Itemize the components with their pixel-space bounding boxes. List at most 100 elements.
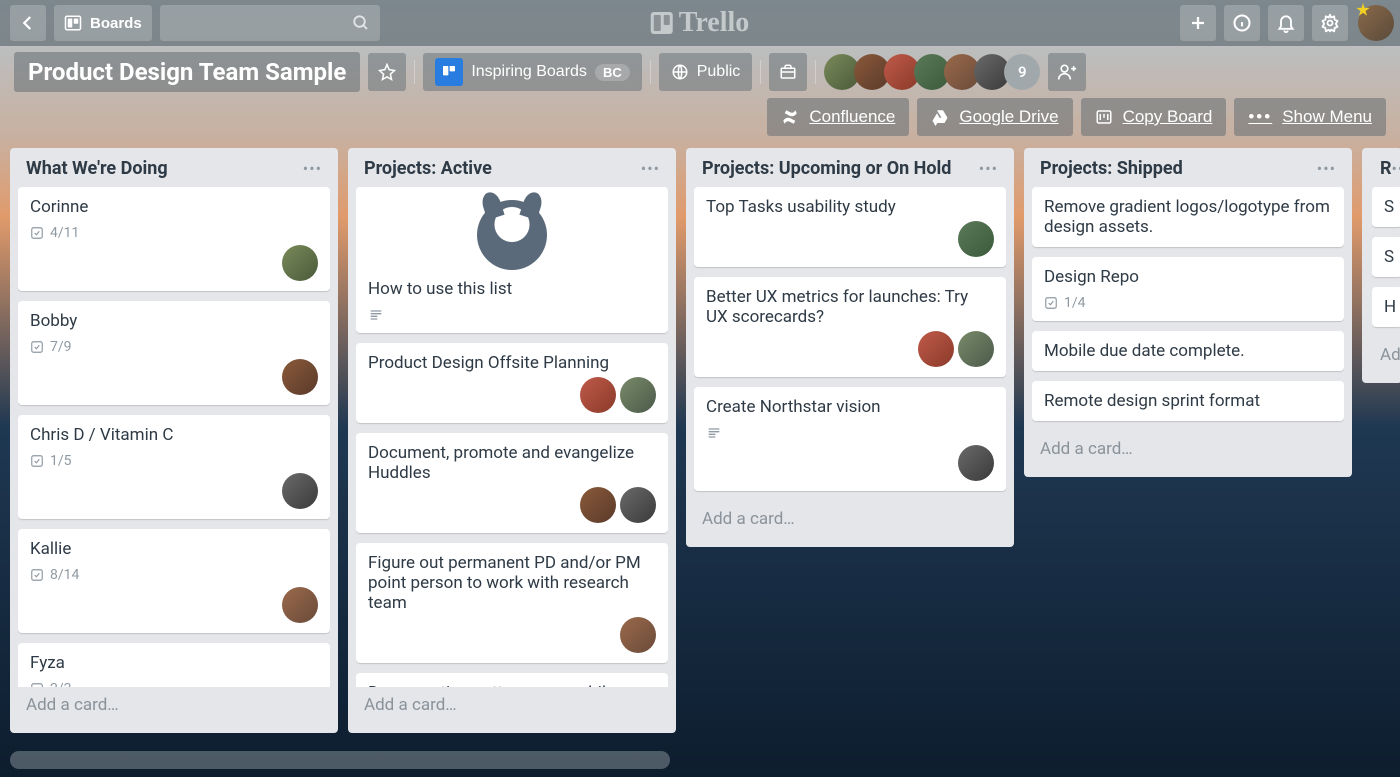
- logo-text: Trello: [679, 7, 750, 39]
- card-member-avatar[interactable]: [282, 359, 318, 395]
- settings-button[interactable]: [1312, 5, 1348, 41]
- profile-avatar[interactable]: [1358, 5, 1394, 41]
- card-members: [30, 245, 318, 281]
- card[interactable]: Figure out permanent PD and/or PM point …: [356, 543, 668, 663]
- member-overflow[interactable]: 9: [1004, 54, 1040, 90]
- show-menu-label: Show Menu: [1282, 107, 1372, 127]
- husky-icon: [477, 200, 547, 270]
- card-member-avatar[interactable]: [580, 487, 616, 523]
- card-members: [30, 473, 318, 509]
- app-logo[interactable]: Trello: [651, 7, 750, 39]
- visibility-label: Public: [697, 63, 741, 81]
- checklist-count: 1/5: [50, 453, 72, 469]
- bell-icon: [1276, 13, 1296, 33]
- card-member-avatar[interactable]: [282, 587, 318, 623]
- card-member-avatar[interactable]: [620, 617, 656, 653]
- add-card-button[interactable]: Ad: [1372, 337, 1400, 373]
- notifications-button[interactable]: [1268, 5, 1304, 41]
- card[interactable]: Create Northstar vision: [694, 387, 1006, 491]
- card[interactable]: Mobile due date complete.: [1032, 331, 1344, 371]
- card-title: Fyza: [30, 653, 318, 673]
- list-title[interactable]: Projects: Active: [364, 158, 492, 179]
- card-member-avatar[interactable]: [620, 487, 656, 523]
- card-title: Kallie: [30, 539, 318, 559]
- list-menu-button[interactable]: •••: [979, 159, 998, 178]
- add-card-button[interactable]: Add a card…: [356, 687, 668, 723]
- back-button[interactable]: [10, 5, 46, 41]
- checklist-icon: [30, 682, 44, 687]
- archive-button[interactable]: [769, 53, 807, 91]
- add-member-button[interactable]: [1048, 53, 1086, 91]
- globe-icon: [671, 63, 689, 81]
- list-title[interactable]: Projects: Shipped: [1040, 158, 1183, 179]
- visibility-button[interactable]: Public: [659, 53, 753, 91]
- card-member-avatar[interactable]: [958, 331, 994, 367]
- card-title: S: [1384, 197, 1390, 217]
- card-member-avatar[interactable]: [918, 331, 954, 367]
- card[interactable]: Document, promote and evangelize Huddles: [356, 433, 668, 533]
- card-title: Figure out permanent PD and/or PM point …: [368, 553, 656, 613]
- gdrive-button[interactable]: Google Drive: [917, 98, 1072, 136]
- add-card-button[interactable]: Add a card…: [18, 687, 330, 723]
- card[interactable]: H: [1372, 287, 1400, 327]
- card-members: [706, 445, 994, 481]
- board-canvas[interactable]: What We're Doing ••• Corinne4/11Bobby7/9Ch…: [0, 144, 1400, 737]
- card[interactable]: Corinne4/11: [18, 187, 330, 291]
- card-member-avatar[interactable]: [620, 377, 656, 413]
- horizontal-scrollbar[interactable]: [10, 751, 670, 769]
- list: Projects: Active ••• How to use this list P…: [348, 148, 676, 733]
- show-menu-button[interactable]: ••• Show Menu: [1234, 98, 1386, 136]
- list-menu-button[interactable]: •••: [1392, 159, 1400, 178]
- create-button[interactable]: [1180, 5, 1216, 41]
- card[interactable]: Kallie8/14: [18, 529, 330, 633]
- card[interactable]: Remote design sprint format: [1032, 381, 1344, 421]
- card-title: H: [1384, 297, 1390, 317]
- card-members: [368, 377, 656, 413]
- card[interactable]: Bobby7/9: [18, 301, 330, 405]
- list-title[interactable]: What We're Doing: [26, 158, 168, 179]
- card[interactable]: Top Tasks usability study: [694, 187, 1006, 267]
- copy-board-button[interactable]: Copy Board: [1081, 98, 1227, 136]
- list-menu-button[interactable]: •••: [303, 159, 322, 178]
- gdrive-label: Google Drive: [959, 107, 1058, 127]
- star-button[interactable]: [368, 53, 406, 91]
- checklist-icon: [30, 454, 44, 468]
- boards-button[interactable]: Boards: [54, 5, 152, 41]
- list-menu-button[interactable]: •••: [1317, 159, 1336, 178]
- card[interactable]: Remove gradient logos/logotype from desi…: [1032, 187, 1344, 247]
- card[interactable]: How to use this list: [356, 187, 668, 333]
- gear-icon: [1320, 13, 1340, 33]
- back-icon: [19, 14, 37, 32]
- description-icon: [368, 307, 384, 323]
- card[interactable]: S: [1372, 237, 1400, 277]
- card-member-avatar[interactable]: [282, 473, 318, 509]
- list-title[interactable]: Projects: Upcoming or On Hold: [702, 158, 951, 179]
- card-members: [706, 331, 994, 367]
- card-member-avatar[interactable]: [580, 377, 616, 413]
- add-card-button[interactable]: Add a card…: [694, 501, 1006, 537]
- confluence-button[interactable]: Confluence: [767, 98, 909, 136]
- search-input[interactable]: [160, 5, 380, 41]
- card[interactable]: Design Repo1/4: [1032, 257, 1344, 321]
- card[interactable]: Fyza2/3: [18, 643, 330, 687]
- confluence-label: Confluence: [809, 107, 895, 127]
- add-card-button[interactable]: Add a card…: [1032, 431, 1344, 467]
- card[interactable]: Better UX metrics for launches: Try UX s…: [694, 277, 1006, 377]
- card-title: Mobile due date complete.: [1044, 341, 1332, 361]
- card-member-avatar[interactable]: [282, 245, 318, 281]
- card[interactable]: Chris D / Vitamin C1/5: [18, 415, 330, 519]
- list-title[interactable]: R: [1380, 158, 1392, 179]
- board-title[interactable]: Product Design Team Sample: [14, 52, 360, 92]
- list-menu-button[interactable]: •••: [641, 159, 660, 178]
- gdrive-icon: [931, 108, 949, 126]
- info-button[interactable]: [1224, 5, 1260, 41]
- card-member-avatar[interactable]: [958, 445, 994, 481]
- card-members: [30, 359, 318, 395]
- card[interactable]: S: [1372, 187, 1400, 227]
- card[interactable]: Product Design Offsite Planning: [356, 343, 668, 423]
- organization-button[interactable]: Inspiring Boards BC: [423, 53, 641, 91]
- card[interactable]: Documenting patterns on mobile: [356, 673, 668, 687]
- card-member-avatar[interactable]: [958, 221, 994, 257]
- checklist-icon: [30, 568, 44, 582]
- card-members: [368, 617, 656, 653]
